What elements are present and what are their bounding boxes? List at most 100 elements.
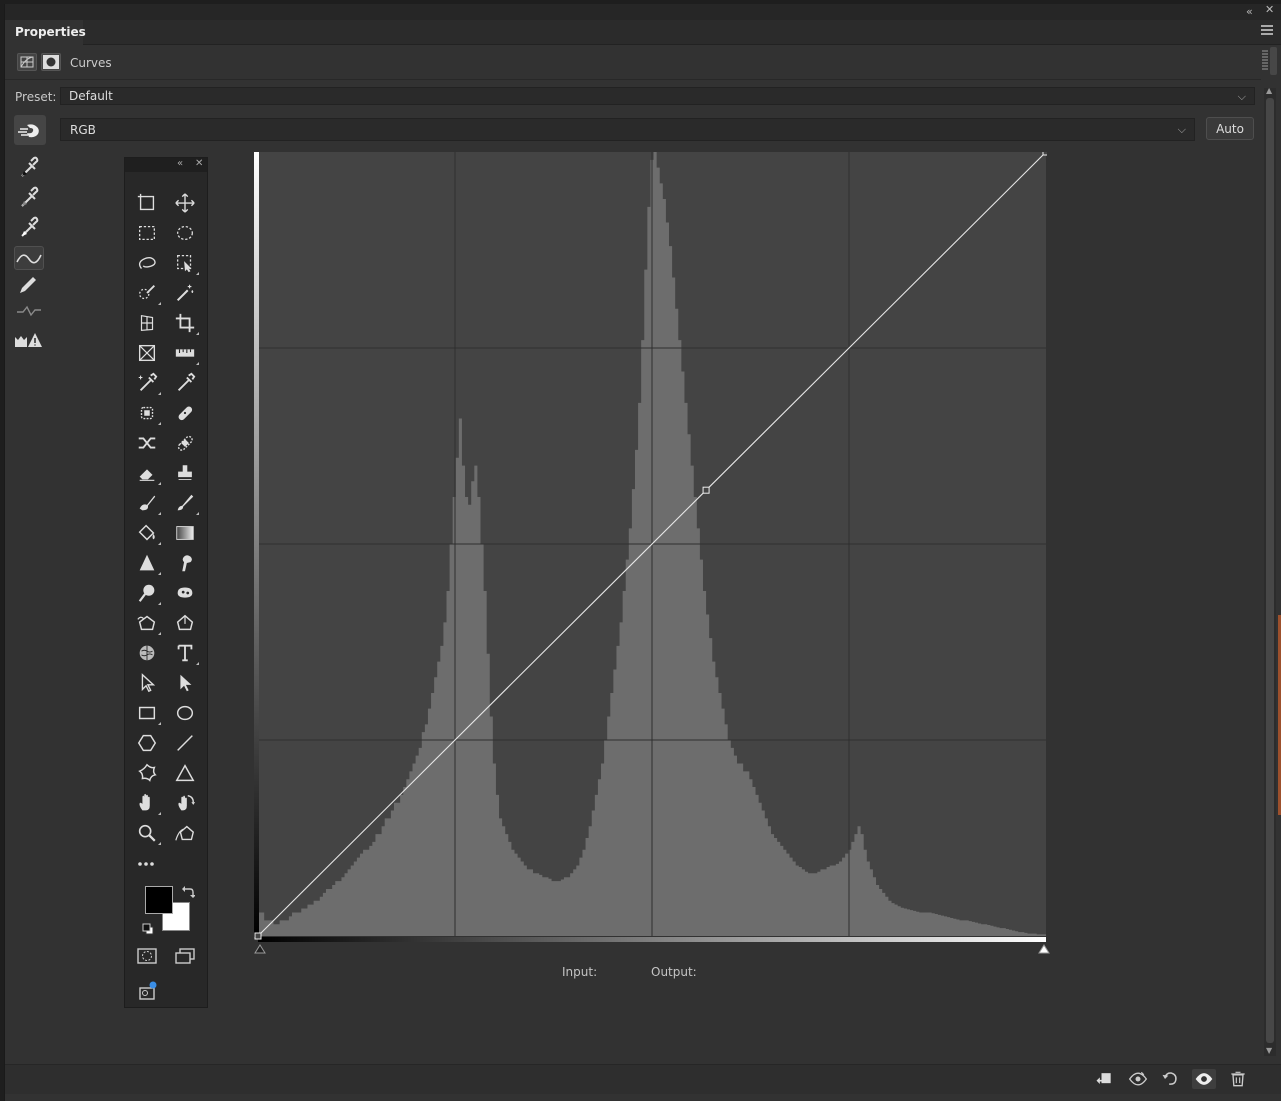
collapse-panel-icon[interactable]: « <box>1246 5 1253 18</box>
output-gradient-bar <box>254 152 259 937</box>
hand-icon[interactable] <box>133 789 161 815</box>
close-panel-icon[interactable]: ✕ <box>1265 3 1274 16</box>
line-icon[interactable] <box>171 729 199 755</box>
clone-stamp-icon[interactable] <box>171 459 199 485</box>
black-point-slider[interactable] <box>254 943 266 955</box>
panel-footer <box>5 1064 1281 1094</box>
rect-marquee-icon[interactable] <box>133 219 161 245</box>
preset-label: Preset: <box>15 90 57 104</box>
collapse-tools-icon[interactable]: « <box>177 158 183 169</box>
panel-menu-icon[interactable] <box>1261 25 1273 37</box>
path-selection-icon[interactable] <box>171 669 199 695</box>
content-aware-move-icon[interactable] <box>133 429 161 455</box>
toggle-visibility-icon[interactable] <box>1192 1069 1216 1089</box>
edit-toolbar-icon[interactable] <box>133 851 161 877</box>
sample-highlights-eyedropper-icon[interactable] <box>14 215 44 239</box>
edit-points-curve-icon[interactable] <box>14 246 44 270</box>
foreground-color-swatch[interactable] <box>145 886 173 914</box>
delete-adjustment-icon[interactable] <box>1226 1069 1250 1089</box>
sponge-icon[interactable] <box>171 579 199 605</box>
close-tools-icon[interactable]: ✕ <box>195 158 203 169</box>
sample-midtones-eyedropper-icon[interactable] <box>14 185 44 209</box>
tab-properties[interactable]: Properties <box>5 20 86 45</box>
chevron-down-icon: ⌵ <box>1177 123 1186 136</box>
direct-selection-icon[interactable] <box>133 669 161 695</box>
tools-panel-header[interactable]: « ✕ <box>125 158 207 172</box>
panel-resize-grip[interactable] <box>1260 45 1278 77</box>
crop-icon[interactable] <box>171 309 199 335</box>
swap-colors-icon[interactable] <box>181 885 196 902</box>
rectangle-icon[interactable] <box>133 699 161 725</box>
input-gradient-bar <box>258 937 1046 942</box>
auto-label: Auto <box>1216 122 1244 136</box>
curve-point[interactable] <box>702 486 710 494</box>
custom-shape-icon[interactable] <box>133 759 161 785</box>
chevron-down-icon: ⌵ <box>1237 90 1246 103</box>
zoom-icon[interactable] <box>133 819 161 845</box>
patch-icon[interactable] <box>171 429 199 455</box>
channel-dropdown[interactable]: RGB ⌵ <box>60 118 1195 141</box>
screen-mode-icon[interactable] <box>171 943 199 969</box>
frame-icon[interactable] <box>133 339 161 365</box>
pen-icon[interactable] <box>171 609 199 635</box>
move-icon[interactable] <box>171 189 199 215</box>
white-point-slider[interactable] <box>1038 943 1050 955</box>
scroll-down-icon[interactable]: ▼ <box>1266 1046 1272 1055</box>
smooth-curve-icon[interactable] <box>14 298 44 322</box>
rotate-view-icon[interactable] <box>171 789 199 815</box>
ruler-icon[interactable] <box>171 339 199 365</box>
lasso-icon[interactable] <box>133 249 161 275</box>
targeted-adjustment-hand-icon[interactable] <box>14 115 46 145</box>
freeform-pen-icon[interactable] <box>133 609 161 635</box>
view-previous-state-icon[interactable] <box>1126 1069 1150 1089</box>
preset-value: Default <box>69 89 113 103</box>
clip-to-layer-icon[interactable] <box>1092 1069 1116 1089</box>
preset-dropdown[interactable]: Default ⌵ <box>60 87 1255 105</box>
curves-graph[interactable] <box>254 152 1047 942</box>
ellipse-marquee-icon[interactable] <box>171 219 199 245</box>
adjustment-layer-icon[interactable] <box>17 53 37 71</box>
curve-point[interactable] <box>1042 152 1047 156</box>
brush-icon[interactable] <box>171 489 199 515</box>
triangle-icon[interactable] <box>171 759 199 785</box>
scroll-up-icon[interactable]: ▲ <box>1266 86 1272 95</box>
share-icon[interactable] <box>133 977 161 1003</box>
reset-adjustment-icon[interactable] <box>1158 1069 1182 1089</box>
smudge-icon[interactable] <box>171 549 199 575</box>
mixer-brush-icon[interactable] <box>133 489 161 515</box>
color-sampler-icon[interactable] <box>133 369 161 395</box>
output-label: Output: <box>651 965 697 979</box>
eyedropper-icon[interactable] <box>171 369 199 395</box>
brain-icon[interactable] <box>133 639 161 665</box>
default-colors-icon[interactable] <box>142 923 154 938</box>
polygon-icon[interactable] <box>133 729 161 755</box>
artboard-icon[interactable] <box>133 189 161 215</box>
quick-selection-icon[interactable] <box>133 279 161 305</box>
type-icon[interactable] <box>171 639 199 665</box>
object-selection-icon[interactable] <box>171 249 199 275</box>
auto-button[interactable]: Auto <box>1206 117 1254 140</box>
perspective-crop-icon[interactable] <box>133 309 161 335</box>
curvature-pen-icon[interactable] <box>171 819 199 845</box>
gradient-icon[interactable] <box>171 519 199 545</box>
scrollbar-thumb[interactable] <box>1266 98 1274 1043</box>
tab-label: Properties <box>15 25 86 39</box>
spot-healing-icon[interactable] <box>133 399 161 425</box>
adjustment-title: Curves <box>70 56 112 70</box>
draw-curve-pencil-icon[interactable] <box>14 273 44 297</box>
clipping-warning-icon[interactable] <box>14 328 44 352</box>
adjustment-header <box>5 46 1261 80</box>
sharpen-icon[interactable] <box>133 549 161 575</box>
dodge-icon[interactable] <box>133 579 161 605</box>
layer-mask-icon[interactable] <box>41 53 61 71</box>
eraser-icon[interactable] <box>133 459 161 485</box>
curve-point[interactable] <box>254 932 262 940</box>
panel-top-strip <box>5 4 1281 20</box>
sample-shadows-eyedropper-icon[interactable] <box>14 155 44 179</box>
ellipse-icon[interactable] <box>171 699 199 725</box>
input-label: Input: <box>562 965 598 979</box>
paint-bucket-icon[interactable] <box>133 519 161 545</box>
quick-mask-icon[interactable] <box>133 943 161 969</box>
magic-wand-icon[interactable] <box>171 279 199 305</box>
healing-brush-icon[interactable] <box>171 399 199 425</box>
